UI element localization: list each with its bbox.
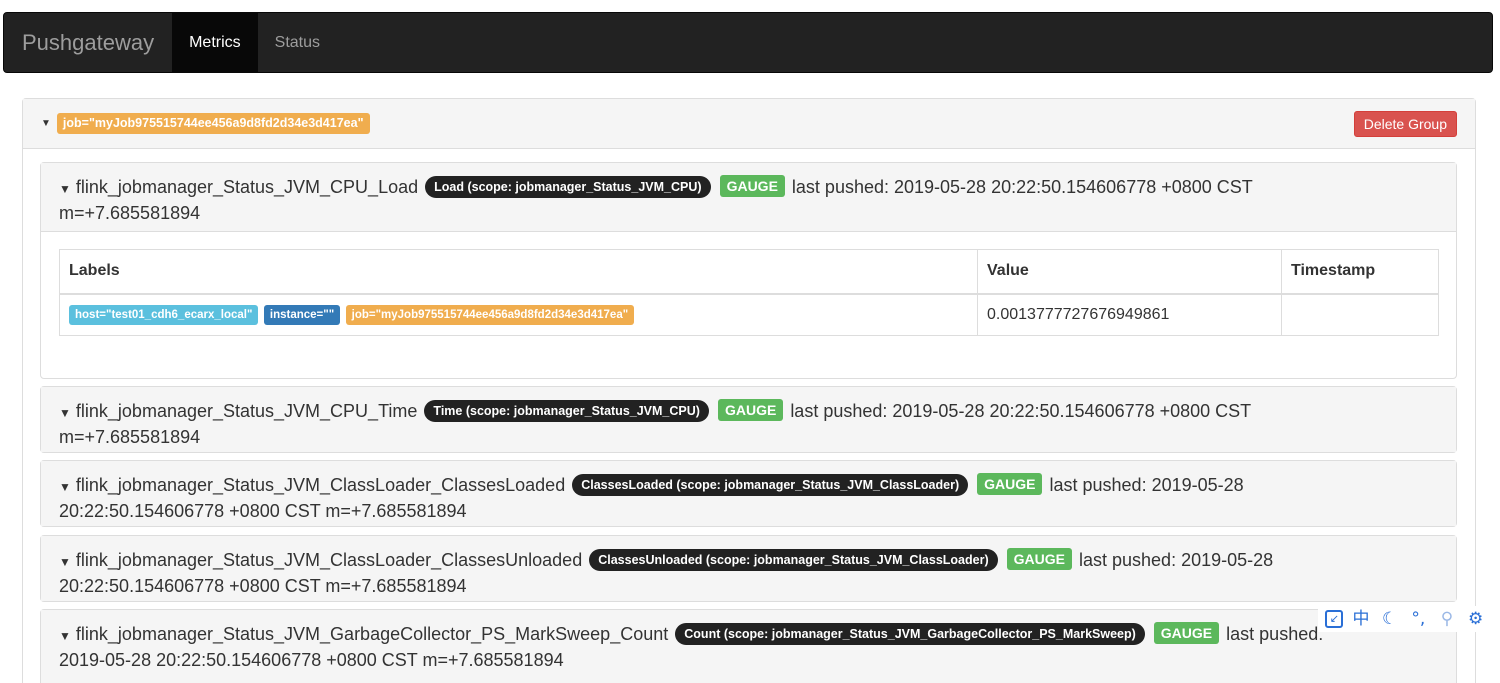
- metric-panel: ▼ flink_jobmanager_Status_JVM_ClassLoade…: [40, 535, 1457, 602]
- user-icon[interactable]: ⚲: [1436, 608, 1458, 630]
- value-cell: 0.0013777727676949861: [977, 293, 1282, 336]
- metric-help-badge: ClassesUnloaded (scope: jobmanager_Statu…: [589, 549, 998, 571]
- metric-type-badge: GAUGE: [1006, 548, 1072, 570]
- header-value: Value: [977, 249, 1282, 295]
- caret-down-icon[interactable]: ▼: [59, 182, 71, 196]
- labels-cell: host="test01_cdh6_ecarx_local" instance=…: [59, 293, 978, 336]
- caret-down-icon[interactable]: ▼: [59, 406, 71, 420]
- metric-type-badge: GAUGE: [717, 399, 784, 421]
- label-host-badge: host="test01_cdh6_ecarx_local": [69, 304, 259, 325]
- caret-down-icon[interactable]: ▼: [59, 629, 71, 643]
- punctuation-icon[interactable]: °,: [1407, 608, 1429, 630]
- brand[interactable]: Pushgateway: [4, 13, 172, 72]
- metric-name: flink_jobmanager_Status_JVM_GarbageColle…: [75, 624, 669, 644]
- navbar: Pushgateway Metrics Status: [3, 12, 1493, 73]
- metric-body: Labels Value Timestamp host="test01_cdh6…: [41, 231, 1456, 353]
- top-strip: [0, 0, 1500, 12]
- caret-down-icon[interactable]: ▼: [59, 480, 71, 494]
- caret-down-icon[interactable]: ▼: [41, 118, 51, 129]
- metric-heading[interactable]: ▼ flink_jobmanager_Status_JVM_CPU_Time T…: [41, 387, 1456, 452]
- header-labels: Labels: [59, 249, 978, 295]
- metric-type-badge: GAUGE: [977, 473, 1043, 495]
- label-job-badge: job="myJob975515744ee456a9d8fd2d34e3d417…: [345, 304, 635, 325]
- nav-metrics[interactable]: Metrics: [172, 13, 258, 72]
- metric-help-badge: Load (scope: jobmanager_Status_JVM_CPU): [425, 176, 711, 198]
- nav-status[interactable]: Status: [258, 13, 337, 72]
- caret-down-icon[interactable]: ▼: [59, 555, 71, 569]
- metric-panel: ▼ flink_jobmanager_Status_JVM_CPU_Load L…: [40, 162, 1457, 379]
- last-pushed-text: last pushed: 2019-05-28 20:22:50.1546067…: [790, 401, 1252, 421]
- monotonic-text: m=+7.685581894: [59, 203, 201, 223]
- metric-heading[interactable]: ▼ flink_jobmanager_Status_JVM_ClassLoade…: [41, 536, 1456, 601]
- metric-heading[interactable]: ▼ flink_jobmanager_Status_JVM_CPU_Load L…: [41, 163, 1456, 231]
- metric-panel: ▼ flink_jobmanager_Status_JVM_CPU_Time T…: [40, 386, 1457, 453]
- header-timestamp: Timestamp: [1281, 249, 1439, 295]
- metric-help-badge: Time (scope: jobmanager_Status_JVM_CPU): [424, 400, 709, 422]
- timestamp-cell: [1281, 293, 1439, 336]
- moon-icon[interactable]: ☾: [1379, 608, 1401, 630]
- metric-heading[interactable]: ▼ flink_jobmanager_Status_JVM_ClassLoade…: [41, 461, 1456, 526]
- metric-name: flink_jobmanager_Status_JVM_CPU_Time: [75, 401, 418, 421]
- chinese-input-icon[interactable]: 中: [1350, 608, 1372, 630]
- metric-name: flink_jobmanager_Status_JVM_ClassLoader_…: [75, 550, 583, 570]
- metric-heading[interactable]: ▼ flink_jobmanager_Status_JVM_GarbageCol…: [41, 610, 1456, 683]
- metric-name: flink_jobmanager_Status_JVM_CPU_Load: [75, 177, 419, 197]
- monotonic-text: 20:22:50.154606778 +0800 CST m=+7.685581…: [59, 501, 467, 521]
- table-row: host="test01_cdh6_ecarx_local" instance=…: [59, 293, 1439, 336]
- metric-help-badge: ClassesLoaded (scope: jobmanager_Status_…: [572, 474, 969, 496]
- monotonic-text: m=+7.685581894: [59, 427, 201, 447]
- last-pushed-text: last pushed: 2019-05-28: [1049, 475, 1244, 495]
- monotonic-text: 2019-05-28 20:22:50.154606778 +0800 CST …: [59, 650, 564, 670]
- job-label-badge: job="myJob975515744ee456a9d8fd2d34e3d417…: [56, 113, 370, 134]
- settings-icon[interactable]: ⚙: [1465, 608, 1487, 630]
- metric-type-badge: GAUGE: [1153, 622, 1220, 644]
- monotonic-text: 20:22:50.154606778 +0800 CST m=+7.685581…: [59, 576, 467, 596]
- delete-group-button[interactable]: Delete Group: [1353, 111, 1457, 137]
- last-pushed-text: last pushed:: [1226, 624, 1324, 644]
- last-pushed-text: last pushed: 2019-05-28 20:22:50.1546067…: [791, 177, 1253, 197]
- ime-toolbar: ↙ 中 ☾ °, ⚲ ⚙: [1318, 606, 1494, 632]
- job-group-heading[interactable]: ▼ job="myJob975515744ee456a9d8fd2d34e3d4…: [23, 99, 1475, 149]
- metric-panel: ▼ flink_jobmanager_Status_JVM_GarbageCol…: [40, 609, 1457, 683]
- metric-name: flink_jobmanager_Status_JVM_ClassLoader_…: [75, 475, 566, 495]
- metric-type-badge: GAUGE: [719, 175, 785, 197]
- expand-icon[interactable]: ↙: [1325, 610, 1344, 628]
- metric-table: Labels Value Timestamp host="test01_cdh6…: [59, 249, 1439, 336]
- last-pushed-text: last pushed: 2019-05-28: [1079, 550, 1274, 570]
- metric-help-badge: Count (scope: jobmanager_Status_JVM_Garb…: [675, 623, 1145, 645]
- label-instance-badge: instance="": [263, 304, 341, 325]
- metric-panel: ▼ flink_jobmanager_Status_JVM_ClassLoade…: [40, 460, 1457, 527]
